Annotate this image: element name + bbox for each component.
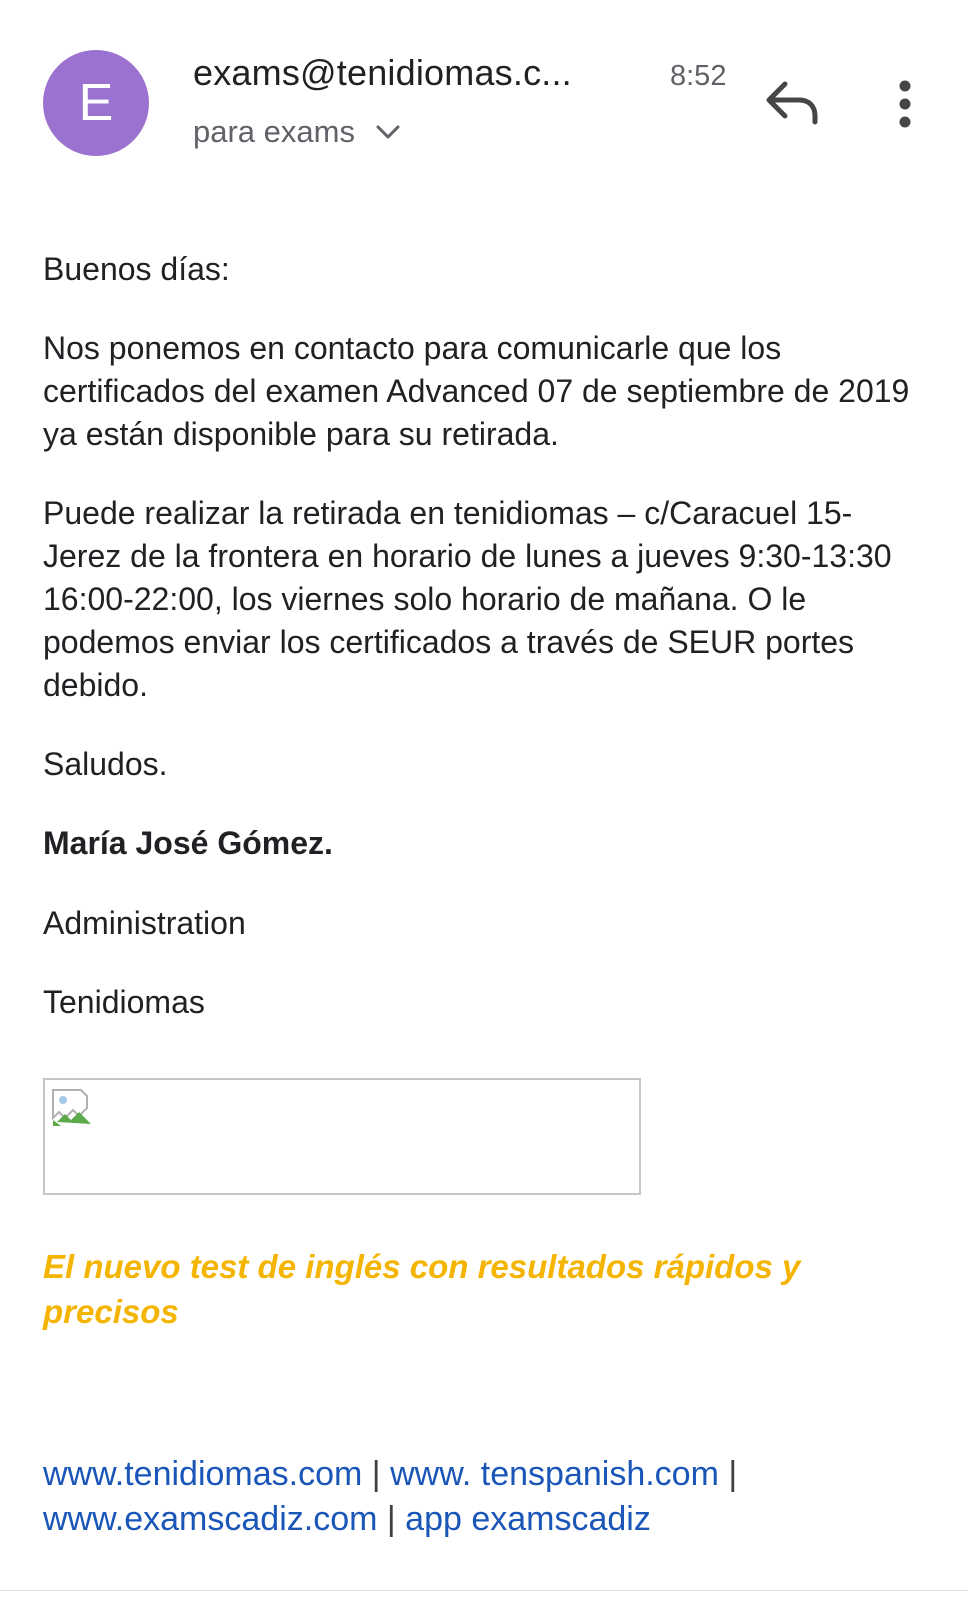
avatar-letter: E bbox=[78, 74, 114, 132]
reply-button[interactable] bbox=[765, 78, 821, 128]
broken-image-icon bbox=[52, 1089, 91, 1126]
reply-icon bbox=[766, 81, 818, 125]
link-tenidiomas[interactable]: www.tenidiomas.com bbox=[43, 1455, 362, 1493]
body-paragraph-2: Puede realizar la retirada en tenidiomas… bbox=[43, 495, 892, 703]
link-tenspanish[interactable]: www. tenspanish.com bbox=[390, 1455, 719, 1493]
chevron-down-icon bbox=[376, 125, 400, 139]
more-vertical-icon bbox=[899, 80, 911, 128]
signature-image-placeholder bbox=[43, 1078, 641, 1195]
signature-name: María José Gómez. bbox=[43, 825, 333, 861]
message-time: 8:52 bbox=[670, 60, 727, 92]
closing: Saludos. bbox=[43, 746, 168, 782]
message-body: Buenos días: Nos ponemos en contacto par… bbox=[43, 248, 923, 1060]
body-paragraph-1: Nos ponemos en contacto para comunicarle… bbox=[43, 330, 910, 452]
signature-role: Administration bbox=[43, 905, 246, 941]
promo-text: El nuevo test de inglés con resultados r… bbox=[43, 1248, 801, 1330]
sender-avatar[interactable]: E bbox=[43, 50, 149, 156]
signature-links: www.tenidiomas.com | www. tenspanish.com… bbox=[43, 1452, 923, 1542]
more-options-button[interactable] bbox=[885, 78, 925, 130]
link-app-examscadiz[interactable]: app examscadiz bbox=[405, 1500, 651, 1538]
bottom-divider bbox=[0, 1590, 968, 1591]
sender-address[interactable]: exams@tenidiomas.c... bbox=[193, 52, 572, 94]
greeting: Buenos días: bbox=[43, 251, 230, 287]
link-separator: | bbox=[371, 1455, 381, 1493]
recipient-label: para exams bbox=[193, 114, 355, 149]
recipient-details-toggle[interactable]: para exams bbox=[193, 114, 401, 150]
signature-company: Tenidiomas bbox=[43, 984, 205, 1020]
link-separator: | bbox=[386, 1500, 396, 1538]
link-examscadiz[interactable]: www.examscadiz.com bbox=[43, 1500, 377, 1538]
link-separator: | bbox=[728, 1455, 738, 1493]
